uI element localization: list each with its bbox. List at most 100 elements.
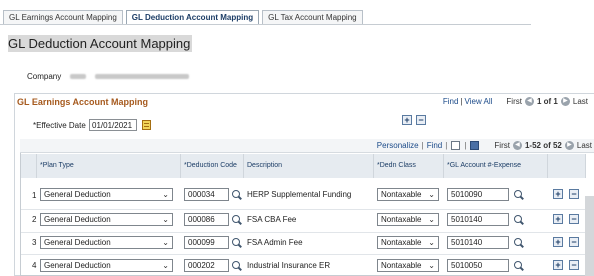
last-label: Last bbox=[572, 97, 588, 106]
header-description[interactable]: Description bbox=[244, 154, 374, 178]
description-text: HERP Supplemental Funding bbox=[247, 190, 352, 199]
dedn-class-select[interactable]: Nontaxable ⌄ bbox=[377, 259, 439, 272]
deduction-code-input[interactable]: 000086 bbox=[184, 213, 229, 226]
view-all-link[interactable]: View All bbox=[465, 97, 493, 106]
plan-type-select[interactable]: General Deduction ⌄ bbox=[40, 213, 173, 226]
plan-type-value: General Deduction bbox=[44, 190, 111, 199]
previous-arrow-icon[interactable]: ◀ bbox=[524, 97, 534, 106]
gl-account-input[interactable]: 5010140 bbox=[447, 213, 509, 226]
company-label: Company bbox=[27, 72, 62, 81]
chevron-down-icon: ⌄ bbox=[162, 238, 169, 247]
tools-separator: | bbox=[421, 141, 424, 150]
gl-account-input[interactable]: 5010050 bbox=[447, 259, 509, 272]
gl-account-input[interactable]: 5010090 bbox=[447, 188, 509, 201]
header-gl-account-expense[interactable]: *GL Account #-Expense bbox=[444, 154, 548, 178]
tab-divider bbox=[0, 24, 531, 25]
description-text: Industrial Insurance ER bbox=[247, 261, 331, 270]
section-nav: Find | View All First ◀ 1 of 1 ▶ Last bbox=[443, 97, 588, 106]
add-row-button[interactable]: + bbox=[553, 237, 563, 247]
personalize-link[interactable]: Personalize bbox=[377, 141, 419, 150]
row-divider bbox=[21, 254, 586, 255]
tab-bar: GL Earnings Account Mapping GL Deduction… bbox=[3, 10, 366, 25]
gl-account-input[interactable]: 5010140 bbox=[447, 236, 509, 249]
next-arrow-icon[interactable]: ▶ bbox=[560, 97, 570, 106]
first-label: First bbox=[506, 97, 522, 106]
grid-next-arrow-icon[interactable]: ▶ bbox=[564, 141, 574, 150]
grid-row-range: 1-52 of 52 bbox=[524, 141, 562, 150]
grid-last-label: Last bbox=[576, 141, 592, 150]
lookup-icon[interactable] bbox=[232, 215, 242, 225]
row-divider bbox=[21, 209, 586, 210]
add-effective-row-button[interactable]: + bbox=[402, 115, 412, 125]
row-range: 1 of 1 bbox=[536, 97, 558, 106]
row-number: 2 bbox=[32, 215, 37, 224]
chevron-down-icon: ⌄ bbox=[162, 261, 169, 270]
row-number: 4 bbox=[32, 261, 37, 270]
description-text: FSA Admin Fee bbox=[247, 238, 303, 247]
tab-gl-earnings-account-mapping[interactable]: GL Earnings Account Mapping bbox=[3, 10, 123, 25]
tab-gl-tax-account-mapping[interactable]: GL Tax Account Mapping bbox=[262, 10, 363, 25]
grid-first-label: First bbox=[494, 141, 510, 150]
grid-previous-arrow-icon[interactable]: ◀ bbox=[512, 141, 522, 150]
dedn-class-select[interactable]: Nontaxable ⌄ bbox=[377, 236, 439, 249]
chevron-down-icon: ⌄ bbox=[162, 190, 169, 199]
effective-date-input[interactable] bbox=[89, 119, 137, 131]
grid-tools: Personalize | Find | | First ◀ 1-52 of 5… bbox=[377, 141, 592, 150]
lookup-icon[interactable] bbox=[232, 261, 242, 271]
dedn-class-value: Nontaxable bbox=[381, 215, 422, 224]
chevron-down-icon: ⌄ bbox=[428, 238, 435, 247]
lookup-icon[interactable] bbox=[514, 190, 524, 200]
tab-gl-deduction-account-mapping[interactable]: GL Deduction Account Mapping bbox=[125, 10, 260, 25]
chevron-down-icon: ⌄ bbox=[428, 190, 435, 199]
add-row-button[interactable]: + bbox=[553, 260, 563, 270]
row-divider bbox=[21, 232, 586, 233]
lookup-icon[interactable] bbox=[232, 238, 242, 248]
download-spreadsheet-icon[interactable] bbox=[470, 141, 480, 150]
description-text: FSA CBA Fee bbox=[247, 215, 297, 224]
find-link[interactable]: Find bbox=[443, 97, 459, 106]
lookup-icon[interactable] bbox=[514, 215, 524, 225]
section-title: GL Earnings Account Mapping bbox=[17, 97, 149, 107]
delete-row-button[interactable]: − bbox=[569, 260, 579, 270]
tools-separator: | bbox=[464, 141, 467, 150]
header-deduction-code[interactable]: *Deduction Code bbox=[181, 154, 244, 178]
chevron-down-icon: ⌄ bbox=[162, 215, 169, 224]
dedn-class-value: Nontaxable bbox=[381, 238, 422, 247]
plan-type-value: General Deduction bbox=[44, 215, 111, 224]
lookup-icon[interactable] bbox=[514, 261, 524, 271]
company-name-redacted bbox=[95, 74, 189, 79]
row-number: 3 bbox=[32, 238, 37, 247]
dedn-class-select[interactable]: Nontaxable ⌄ bbox=[377, 188, 439, 201]
header-dedn-class[interactable]: *Dedn Class bbox=[374, 154, 444, 178]
chevron-down-icon: ⌄ bbox=[428, 261, 435, 270]
dedn-class-select[interactable]: Nontaxable ⌄ bbox=[377, 213, 439, 226]
dedn-class-value: Nontaxable bbox=[381, 190, 422, 199]
header-plan-type[interactable]: *Plan Type bbox=[37, 154, 181, 178]
plan-type-select[interactable]: General Deduction ⌄ bbox=[40, 236, 173, 249]
lookup-icon[interactable] bbox=[232, 190, 242, 200]
effective-date-label: *Effective Date bbox=[33, 121, 86, 130]
plan-type-select[interactable]: General Deduction ⌄ bbox=[40, 259, 173, 272]
deduction-code-input[interactable]: 000099 bbox=[184, 236, 229, 249]
plan-type-select[interactable]: General Deduction ⌄ bbox=[40, 188, 173, 201]
delete-row-button[interactable]: − bbox=[569, 214, 579, 224]
plan-type-value: General Deduction bbox=[44, 238, 111, 247]
tools-separator: | bbox=[445, 141, 448, 150]
deduction-code-input[interactable]: 000034 bbox=[184, 188, 229, 201]
view-in-new-window-icon[interactable] bbox=[451, 141, 461, 150]
delete-row-button[interactable]: − bbox=[569, 189, 579, 199]
delete-row-button[interactable]: − bbox=[569, 237, 579, 247]
header-row-number bbox=[21, 154, 37, 178]
plan-type-value: General Deduction bbox=[44, 261, 111, 270]
row-number: 1 bbox=[32, 191, 37, 200]
lookup-icon[interactable] bbox=[514, 238, 524, 248]
deduction-code-input[interactable]: 000202 bbox=[184, 259, 229, 272]
add-row-button[interactable]: + bbox=[553, 214, 563, 224]
company-code-redacted bbox=[70, 74, 86, 79]
add-row-button[interactable]: + bbox=[553, 189, 563, 199]
nav-separator: | bbox=[460, 97, 463, 106]
vertical-scrollbar[interactable] bbox=[585, 196, 594, 276]
calendar-icon[interactable] bbox=[142, 120, 151, 130]
delete-effective-row-button[interactable]: − bbox=[416, 115, 426, 125]
grid-find-link[interactable]: Find bbox=[427, 141, 443, 150]
